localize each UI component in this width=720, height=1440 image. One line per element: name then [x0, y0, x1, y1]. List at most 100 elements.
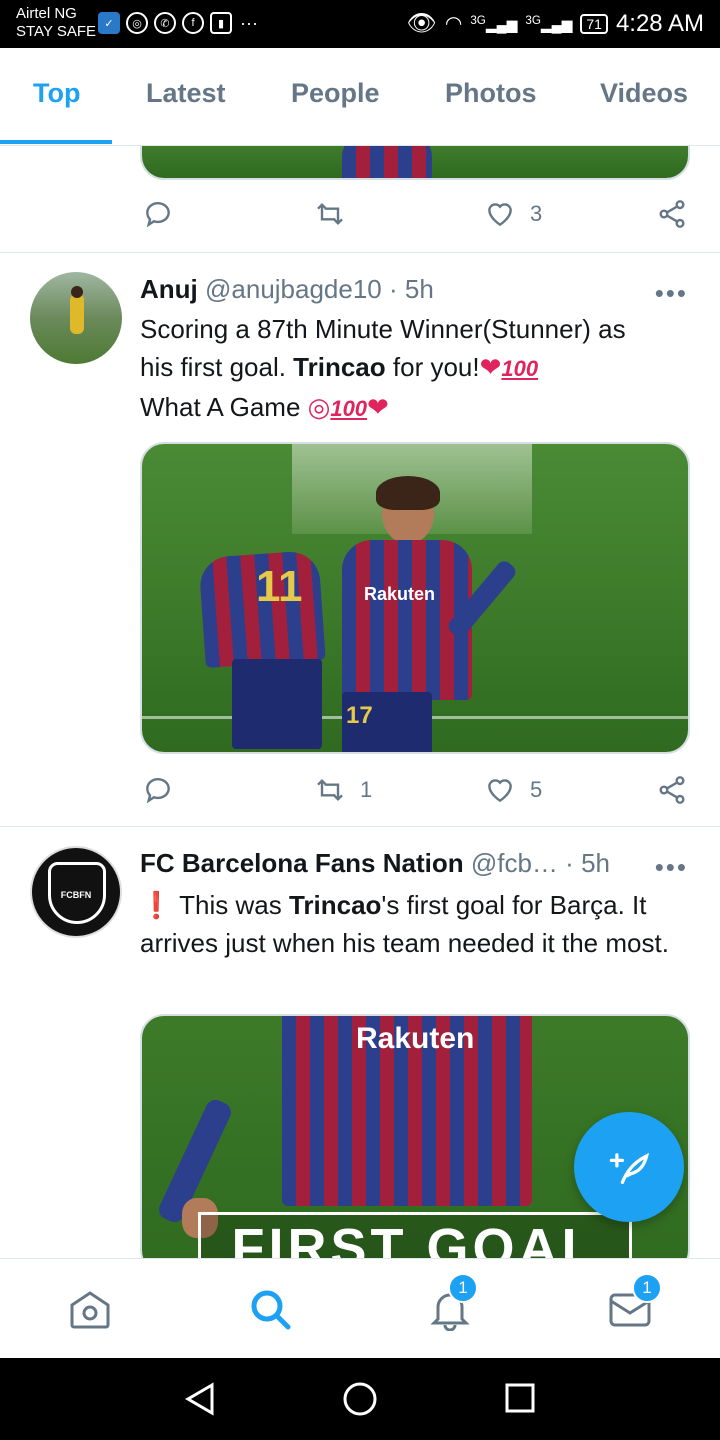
system-navigation-bar: [0, 1358, 720, 1440]
exclamation-emoji: ❗: [140, 890, 173, 920]
reply-icon: [146, 202, 170, 228]
whatsapp-icon: ✆: [154, 12, 176, 34]
author-handle[interactable]: @anujbagde10: [205, 274, 382, 304]
tweet-divider: [0, 252, 720, 253]
share-icon: [659, 776, 685, 804]
avatar[interactable]: [30, 272, 122, 364]
player-shorts: [232, 659, 322, 749]
search-tabs: Top Latest People Photos Videos: [0, 48, 720, 146]
avatar-figure: [70, 294, 84, 334]
separator-dot: ·: [389, 274, 398, 304]
chrome-icon: ◎: [126, 12, 148, 34]
retweet-button[interactable]: [314, 198, 360, 230]
retweet-button[interactable]: 1: [314, 774, 372, 806]
share-button[interactable]: [656, 198, 688, 230]
hundred-emoji: 100: [501, 356, 539, 381]
like-count: 5: [530, 777, 543, 802]
tweet-image[interactable]: 11 Rakuten 17: [140, 442, 690, 754]
heart-emoji: ❤: [367, 392, 389, 422]
nav-home[interactable]: [68, 1287, 112, 1331]
nav-messages[interactable]: 1: [608, 1273, 662, 1331]
tweet-actions: 1 5: [0, 774, 720, 814]
home-icon: [70, 1291, 110, 1329]
image-pitch: 11 Rakuten 17: [142, 444, 688, 752]
tweet-time: 5h: [581, 848, 610, 878]
image-caption: FIRST GOAL: [198, 1212, 632, 1258]
messages-badge: 1: [632, 1273, 662, 1303]
shorts-number: 17: [346, 702, 373, 729]
tab-top[interactable]: Top: [33, 78, 80, 109]
compose-tweet-button[interactable]: [574, 1112, 684, 1222]
target-emoji: ◎: [307, 392, 331, 422]
tweet-more-button[interactable]: •••: [655, 852, 688, 883]
shirt-sponsor: Rakuten: [364, 584, 436, 604]
wifi-icon: ◠: [444, 13, 463, 35]
system-icons: 👁 ◠ 3G▂▄▆ 3G▂▄▆ 71 4:28 AM: [406, 9, 704, 38]
clock: 4:28 AM: [615, 9, 704, 37]
tab-videos[interactable]: Videos: [600, 78, 688, 109]
tweet-text-segment: What A Game: [140, 392, 308, 422]
tweet-text-bold: Trincao: [288, 890, 382, 920]
tab-photos[interactable]: Photos: [445, 78, 537, 109]
active-tab-indicator: [0, 140, 112, 144]
share-icon: [659, 200, 685, 228]
carrier-name: Airtel NG: [16, 5, 77, 22]
signal-icon-2: 3G▂▄▆: [525, 13, 573, 33]
tweet-divider: [0, 826, 720, 827]
like-count: 3: [530, 201, 543, 226]
carrier-subtitle: STAY SAFE: [16, 23, 97, 40]
tweet-more-button[interactable]: •••: [655, 278, 688, 309]
tab-latest[interactable]: Latest: [146, 78, 226, 109]
tweet-header: Anuj @anujbagde10 · 5h: [140, 274, 690, 305]
tweet-text-segment: for you!: [385, 352, 480, 382]
nav-search[interactable]: [248, 1287, 292, 1331]
nav-notifications[interactable]: 1: [428, 1273, 478, 1332]
retweet-icon: [317, 778, 343, 802]
recents-icon[interactable]: [504, 1382, 536, 1414]
separator-dot: ·: [565, 848, 574, 878]
tweet-text-line: his first goal. Trincao for you!❤100: [140, 348, 700, 388]
retweet-count: 1: [360, 777, 373, 802]
like-button[interactable]: 5: [484, 774, 542, 806]
heart-icon: [488, 203, 512, 227]
home-button-icon[interactable]: [342, 1381, 378, 1417]
microphone-icon: ▮: [210, 12, 232, 34]
author-name[interactable]: FC Barcelona Fans Nation: [140, 848, 464, 878]
author-name[interactable]: Anuj: [140, 274, 198, 304]
heart-emoji: ❤: [479, 352, 502, 382]
tweet-text-segment: This was: [172, 890, 289, 920]
back-icon[interactable]: [184, 1382, 216, 1416]
tweet-text-line: What A Game ◎100❤: [140, 388, 700, 428]
tweet-text: Scoring a 87th Minute Winner(Stunner) as…: [140, 310, 700, 428]
facebook-icon: f: [182, 12, 204, 34]
avatar-label: FCBFN: [60, 890, 92, 900]
tweet-text: ❗ This was Trincao's first goal for Barç…: [140, 886, 700, 962]
hundred-emoji: 100: [330, 396, 368, 421]
share-button[interactable]: [656, 774, 688, 806]
like-button[interactable]: 3: [484, 198, 542, 230]
reply-button[interactable]: [142, 198, 174, 230]
status-bar: Airtel NG STAY SAFE ✓ ◎ ✆ f ▮ ··· 👁 ◠ 3G…: [0, 0, 720, 48]
tweet-text-line: Scoring a 87th Minute Winner(Stunner) as: [140, 314, 626, 344]
tweet-text-bold: Trincao: [293, 352, 386, 382]
tweet-time: 5h: [404, 274, 434, 304]
tweet-feed[interactable]: 3 Anuj @anujbagde10 · 5h ••• Scoring a 8…: [0, 146, 720, 1258]
notifications-badge: 1: [448, 1273, 478, 1303]
signal-icon-1: 3G▂▄▆: [470, 13, 518, 33]
tab-people[interactable]: People: [291, 78, 380, 109]
reply-icon: [146, 778, 170, 804]
tweet-media-partial[interactable]: [140, 146, 690, 180]
shield-icon: ✓: [98, 12, 120, 34]
eye-comfort-icon: 👁: [406, 10, 437, 37]
compose-feather-icon: [609, 1152, 650, 1185]
avatar-head: [71, 286, 83, 298]
heart-icon: [488, 779, 512, 803]
player-hair: [376, 476, 440, 510]
author-handle[interactable]: @fcb…: [471, 848, 558, 878]
bottom-navigation: 1 1: [0, 1258, 720, 1358]
player-figure: [342, 146, 432, 178]
search-icon: [251, 1290, 291, 1330]
reply-button[interactable]: [142, 774, 174, 806]
retweet-icon: [317, 202, 343, 226]
avatar[interactable]: FCBFN: [30, 846, 122, 938]
